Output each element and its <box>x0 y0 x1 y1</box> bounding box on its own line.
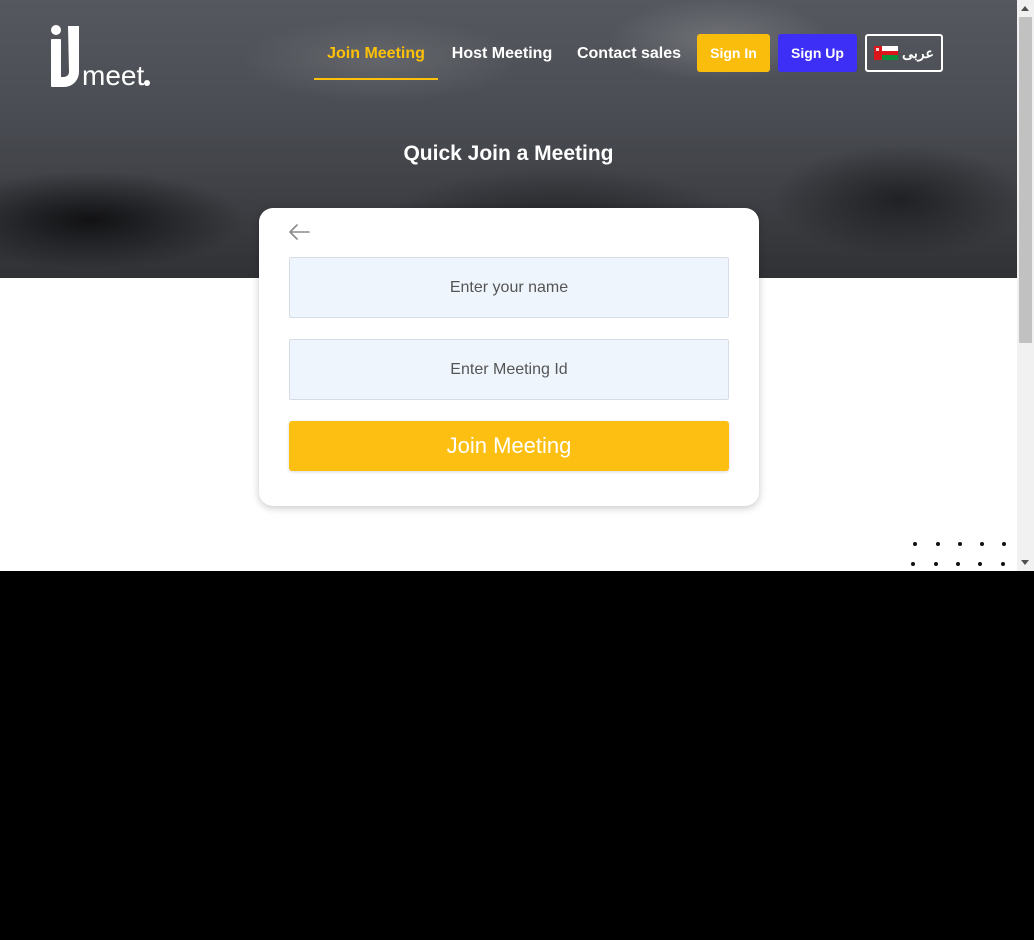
language-button[interactable]: عربى <box>865 34 943 72</box>
oman-flag-icon <box>874 46 899 60</box>
arrow-left-icon[interactable] <box>287 222 311 242</box>
svg-text:meet: meet <box>82 60 144 90</box>
nav-contact-sales[interactable]: Contact sales <box>573 44 685 78</box>
scroll-up-icon[interactable] <box>1021 6 1029 11</box>
sign-in-button[interactable]: Sign In <box>697 34 770 72</box>
scroll-down-icon[interactable] <box>1021 560 1029 565</box>
language-label: عربى <box>902 44 934 61</box>
brand-logo[interactable]: meet <box>48 24 158 90</box>
scroll-thumb[interactable] <box>1019 17 1032 343</box>
vertical-scrollbar[interactable] <box>1017 0 1034 571</box>
page-viewport: meet Join Meeting Host Meeting Contact s… <box>0 0 1034 571</box>
sign-up-button[interactable]: Sign Up <box>778 34 857 72</box>
page-title: Quick Join a Meeting <box>403 142 614 165</box>
nav-host-meeting[interactable]: Host Meeting <box>446 44 558 78</box>
join-meeting-button[interactable]: Join Meeting <box>289 421 729 471</box>
dot-pattern <box>911 542 1006 566</box>
nav-join-meeting[interactable]: Join Meeting <box>314 44 438 80</box>
meeting-id-input[interactable] <box>289 339 729 400</box>
join-meeting-card: Join Meeting <box>259 208 759 506</box>
name-input[interactable] <box>289 257 729 318</box>
